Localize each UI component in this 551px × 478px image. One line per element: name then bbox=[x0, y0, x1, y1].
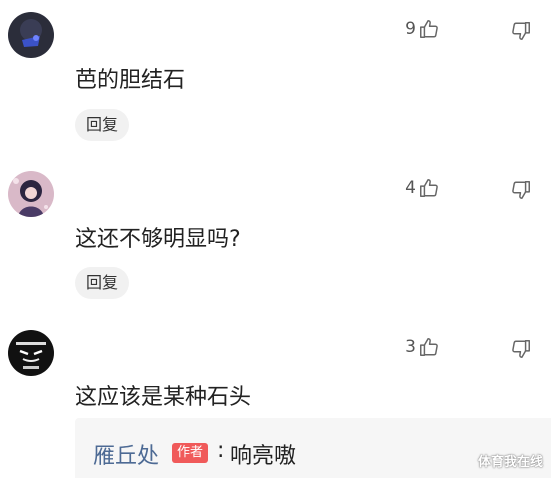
thumbs-up-icon[interactable] bbox=[418, 18, 440, 40]
thumbs-up-icon[interactable] bbox=[418, 177, 440, 199]
reply-separator: : bbox=[217, 438, 225, 463]
avatar[interactable] bbox=[8, 12, 54, 58]
thumbs-down-icon[interactable] bbox=[510, 179, 532, 201]
reply-text: 响亮嗷 bbox=[230, 444, 297, 469]
reply-button[interactable]: 回复 bbox=[75, 267, 129, 299]
reply-button[interactable]: 回复 bbox=[75, 109, 129, 141]
thumbs-up-icon[interactable] bbox=[418, 336, 440, 358]
avatar[interactable] bbox=[8, 171, 54, 217]
watermark: 体育我在线 bbox=[477, 455, 543, 470]
thumbs-down-icon[interactable] bbox=[510, 20, 532, 42]
comment-text: 这还不够明显吗? bbox=[75, 227, 241, 252]
author-badge: 作者 bbox=[172, 443, 209, 463]
reply-author-name[interactable]: 雁丘处 bbox=[93, 438, 159, 470]
like-count: 3 bbox=[405, 337, 416, 357]
dark-blue-avatar-icon bbox=[8, 12, 54, 58]
black-cartoon-avatar-icon bbox=[8, 330, 54, 376]
like-count: 9 bbox=[405, 19, 416, 39]
comment-text: 这应该是某种石头 bbox=[75, 385, 252, 410]
comment-text: 芭的胆结石 bbox=[75, 68, 186, 93]
avatar[interactable] bbox=[8, 330, 54, 376]
anime-girl-avatar-icon bbox=[8, 171, 54, 217]
thumbs-down-icon[interactable] bbox=[510, 338, 532, 360]
like-count: 4 bbox=[405, 178, 416, 198]
